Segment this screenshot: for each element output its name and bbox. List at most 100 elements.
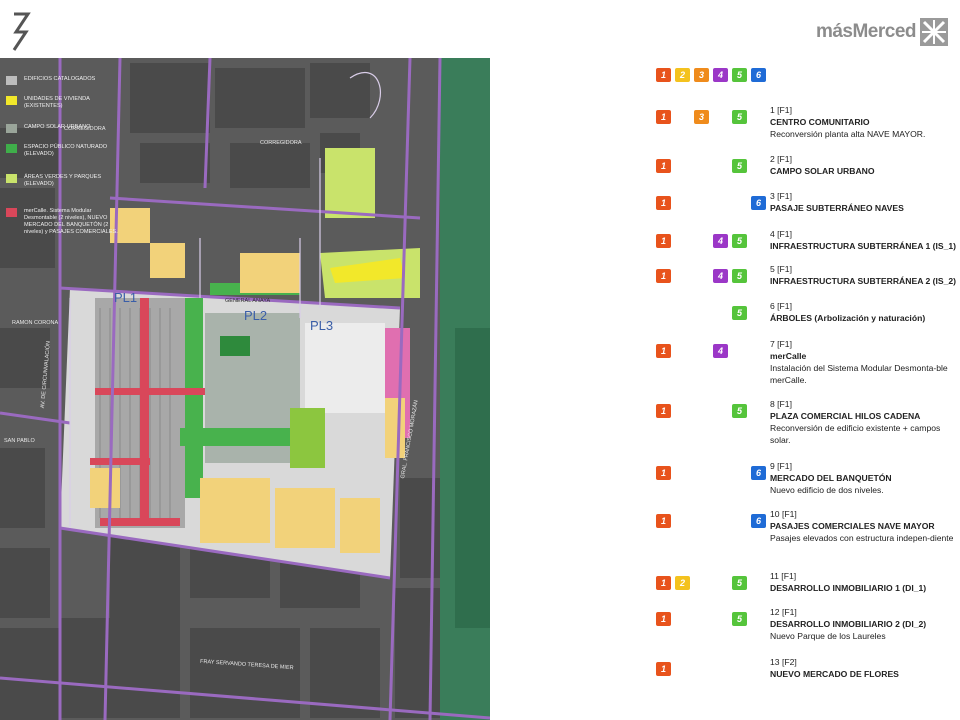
legend-label: ESPACIO PÚBLICO NATURADO (ELEVADO) (24, 144, 108, 157)
entry-title: CENTRO COMUNITARIO (770, 117, 870, 127)
brand-name: másMerced (815, 21, 917, 42)
entry-id: 5 [F1] (770, 264, 792, 274)
entry-title: CAMPO SOLAR URBANO (770, 166, 875, 176)
zone-label-pl3: PL3 (310, 318, 334, 333)
street-label: GENERAL ANAYA (225, 298, 271, 304)
entry-title: DESARROLLO INMOBILIARIO 2 (DI_2) (770, 619, 927, 629)
entry-id: 3 [F1] (770, 191, 792, 201)
entry-id: 10 [F1] (770, 509, 797, 519)
entry-badge-6: 6 (751, 196, 766, 210)
entry-badge-2: 2 (675, 576, 690, 590)
entry-id: 1 [F1] (770, 105, 792, 115)
project-entry: 5 [F1] INFRAESTRUCTURA SUBTERRÁNEA 2 (IS_… (770, 263, 960, 287)
lightning-logo-icon (12, 12, 31, 51)
entry-badge-4: 4 (713, 344, 728, 358)
entry-badge-5: 5 (732, 612, 747, 626)
badge-5: 5 (732, 68, 747, 82)
project-entry: 12 [F1] DESARROLLO INMOBILIARIO 2 (DI_2) N… (770, 606, 960, 642)
entry-description: Instalación del Sistema Modular Desmonta… (770, 363, 948, 385)
project-entry: 1 [F1] CENTRO COMUNITARIO Reconversión pla… (770, 104, 960, 140)
entry-badge-1: 1 (656, 269, 671, 283)
entry-description: Reconversión planta alta NAVE MAYOR. (770, 129, 926, 139)
entry-badge-6: 6 (751, 514, 766, 528)
entry-id: 8 [F1] (770, 399, 792, 409)
project-entry: 9 [F1] MERCADO DEL BANQUETÓN Nuevo edifici… (770, 460, 960, 496)
project-entry: 6 [F1] ÁRBOLES (Arbolización y naturación… (770, 300, 960, 324)
legend-swatch (6, 144, 17, 153)
entry-id: 11 [F1] (770, 571, 797, 581)
entry-badge-5: 5 (732, 110, 747, 124)
entry-title: PLAZA COMERCIAL HILOS CADENA (770, 411, 921, 421)
entry-id: 12 [F1] (770, 607, 797, 617)
entry-title: merCalle (770, 351, 807, 361)
entry-badge-1: 1 (656, 404, 671, 418)
entry-id: 4 [F1] (770, 229, 792, 239)
entry-badge-5: 5 (732, 404, 747, 418)
entry-badge-5: 5 (732, 306, 747, 320)
legend-label: UNIDADES DE VIVIENDA (EXISTENTES) (24, 96, 90, 109)
legend-swatch (6, 208, 17, 217)
entry-description: Reconversión de edificio existente + cam… (770, 423, 941, 445)
legend-label: EDIFICIOS CATALOGADOS (24, 76, 96, 82)
legend-swatch (6, 174, 17, 183)
entry-title: MERCADO DEL BANQUETÓN (770, 473, 892, 483)
entry-id: 6 [F1] (770, 301, 792, 311)
entry-id: 13 [F2] (770, 657, 797, 667)
entry-badge-1: 1 (656, 196, 671, 210)
badge-1: 1 (656, 68, 671, 82)
entry-badge-5: 5 (732, 159, 747, 173)
entry-badge-1: 1 (656, 234, 671, 248)
entry-badge-4: 4 (713, 234, 728, 248)
entry-badge-1: 1 (656, 466, 671, 480)
entry-badge-1: 1 (656, 612, 671, 626)
zone-label-pl2: PL2 (244, 308, 268, 323)
project-entry: 4 [F1] INFRAESTRUCTURA SUBTERRÁNEA 1 (IS_… (770, 228, 960, 252)
project-entry: 10 [F1] PASAJES COMERCIALES NAVE MAYOR Pas… (770, 508, 960, 544)
project-entry: 13 [F2] NUEVO MERCADO DE FLORES (770, 656, 960, 680)
entry-badge-1: 1 (656, 344, 671, 358)
entry-badge-5: 5 (732, 576, 747, 590)
entry-id: 7 [F1] (770, 339, 792, 349)
entry-badge-1: 1 (656, 514, 671, 528)
entry-badge-6: 6 (751, 466, 766, 480)
legend-swatch (6, 76, 17, 85)
legend-swatch (6, 124, 17, 133)
entry-title: PASAJES COMERCIALES NAVE MAYOR (770, 521, 935, 531)
street-label: SAN PABLO (4, 438, 35, 444)
street-label: CORREGIDORA (64, 126, 106, 132)
project-entry: 7 [F1] merCalle Instalación del Sistema Mo… (770, 338, 960, 386)
entry-id: 9 [F1] (770, 461, 792, 471)
entry-badge-3: 3 (694, 110, 709, 124)
entry-badge-4: 4 (713, 269, 728, 283)
badge-2: 2 (675, 68, 690, 82)
badge-4: 4 (713, 68, 728, 82)
entry-id: 2 [F1] (770, 154, 792, 164)
brand-logo: másMerced (816, 18, 948, 46)
project-entry: 11 [F1] DESARROLLO INMOBILIARIO 1 (DI_1) (770, 570, 960, 594)
entry-badge-5: 5 (732, 234, 747, 248)
project-entry: 8 [F1] PLAZA COMERCIAL HILOS CADENA Reconv… (770, 398, 960, 446)
entry-title: PASAJE SUBTERRÁNEO NAVES (770, 203, 904, 213)
zone-label-pl1: PL1 (114, 290, 138, 305)
site-plan-map: EDIFICIOS CATALOGADOS UNIDADES DE VIVIEN… (0, 58, 490, 720)
badge-3: 3 (694, 68, 709, 82)
badge-6: 6 (751, 68, 766, 82)
legend-swatch (6, 96, 17, 105)
entry-title: INFRAESTRUCTURA SUBTERRÁNEA 1 (IS_1) (770, 241, 957, 251)
entry-title: ÁRBOLES (Arbolización y naturación) (770, 313, 926, 323)
project-entry: 3 [F1] PASAJE SUBTERRÁNEO NAVES (770, 190, 960, 214)
entry-badge-1: 1 (656, 110, 671, 124)
entry-title: NUEVO MERCADO DE FLORES (770, 669, 899, 679)
entry-badge-1: 1 (656, 159, 671, 173)
project-entry: 2 [F1] CAMPO SOLAR URBANO (770, 153, 960, 177)
legend-label: ÁREAS VERDES Y PARQUES (ELEVADO) (24, 174, 102, 187)
brand-mark-icon (920, 18, 948, 46)
entry-description: Nuevo edificio de dos niveles. (770, 485, 884, 495)
entry-description: Nuevo Parque de los Laureles (770, 631, 886, 641)
entry-description: Pasajes elevados con estructura indepen-… (770, 533, 954, 543)
entry-title: INFRAESTRUCTURA SUBTERRÁNEA 2 (IS_2) (770, 276, 957, 286)
entry-badge-5: 5 (732, 269, 747, 283)
entry-title: DESARROLLO INMOBILIARIO 1 (DI_1) (770, 583, 927, 593)
legend-label: merCalle. Sistema Modular Desmontable (2… (24, 208, 118, 235)
entry-badge-1: 1 (656, 576, 671, 590)
